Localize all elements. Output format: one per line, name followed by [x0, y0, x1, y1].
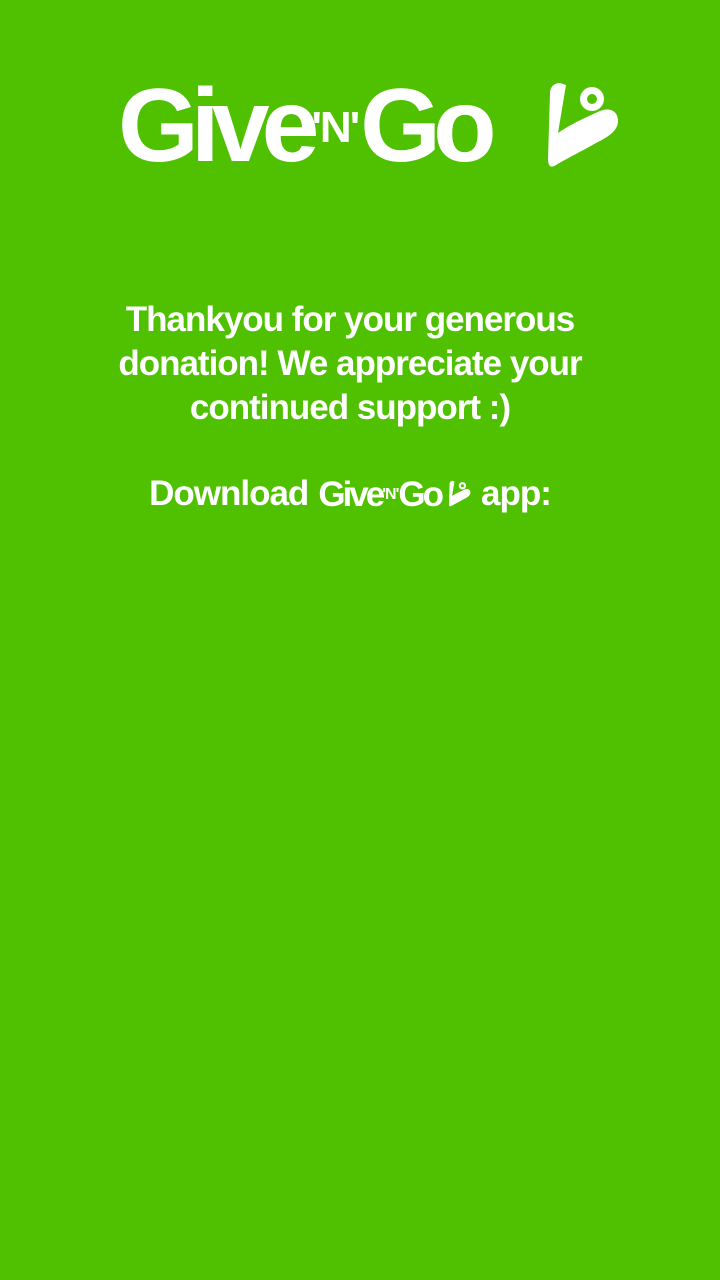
download-line: Download Give 'N' Go app:: [100, 472, 600, 516]
inline-givengo-logo: Give 'N' Go: [318, 477, 471, 512]
inline-logo-word-n: 'N': [382, 485, 399, 503]
logo-word-go: Go: [360, 68, 496, 184]
givengo-person-icon: [449, 480, 471, 507]
inline-logo-word-give: Give: [318, 474, 385, 514]
logo-wordmark: Give 'N' Go: [118, 68, 497, 184]
givengo-logo: Give 'N' Go: [118, 74, 620, 178]
logo-word-n: 'N': [311, 103, 360, 152]
givengo-person-icon: [548, 83, 618, 167]
inline-logo-word-go: Go: [398, 474, 444, 514]
thank-you-screen: Give 'N' Go Thankyou for your generous d…: [0, 0, 720, 1280]
download-suffix: app:: [481, 474, 552, 513]
download-prefix: Download: [149, 474, 309, 513]
inline-logo-wordmark: Give 'N' Go: [318, 474, 444, 514]
logo-word-give: Give: [118, 68, 319, 184]
thank-you-message: Thankyou for your generous donation! We …: [118, 300, 582, 427]
